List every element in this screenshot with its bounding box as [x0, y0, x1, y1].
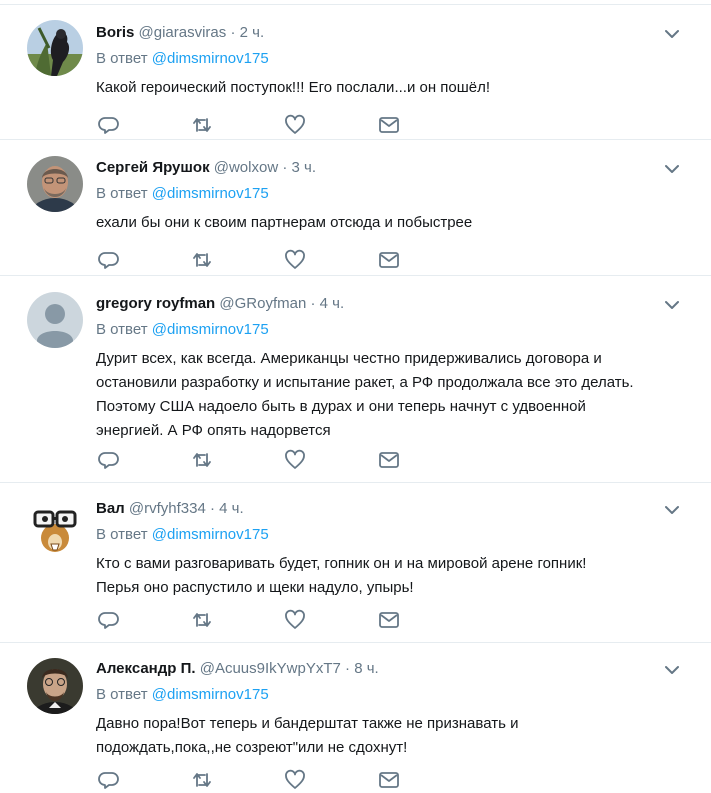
mention-link[interactable]: @dimsmirnov175 [152, 50, 269, 67]
mention-link[interactable]: @dimsmirnov175 [152, 526, 269, 543]
reply-header: Сергей Ярушок @wolxow · 3 ч. [96, 158, 681, 178]
author-name[interactable]: gregory royfman [96, 295, 215, 312]
reply-prefix: В ответ [96, 526, 148, 543]
author-name[interactable]: Александр П. [96, 660, 196, 677]
retweet-icon[interactable] [191, 114, 213, 136]
reply-text: Какой героический поступок!!! Его послал… [96, 79, 491, 96]
action-bar [98, 114, 408, 136]
separator-dot: · [230, 24, 236, 41]
retweet-icon[interactable] [191, 609, 213, 631]
reply-item[interactable]: gregory royfman @GRoyfman · 4 ч. В ответ… [0, 276, 711, 483]
reply-text: Кто с вами разговаривать будет, гопник о… [96, 555, 587, 596]
timestamp[interactable]: 4 ч. [219, 500, 244, 517]
author-name[interactable]: Вал [96, 500, 125, 517]
separator-dot: · [345, 660, 351, 677]
reply-item[interactable]: Александр П. @Acuus9IkYwpYxT7 · 8 ч. В о… [0, 643, 711, 793]
envelope-icon[interactable] [378, 249, 400, 271]
author-name[interactable]: Сергей Ярушок [96, 159, 210, 176]
author-name[interactable]: Boris [96, 24, 134, 41]
avatar[interactable] [27, 658, 83, 714]
author-handle[interactable]: @Acuus9IkYwpYxT7 [200, 660, 341, 677]
envelope-icon[interactable] [378, 609, 400, 631]
reply-text: Давно пора!Вот теперь и бандерштат также… [96, 715, 519, 756]
separator-dot: · [282, 159, 288, 176]
chevron-down-icon[interactable] [665, 300, 679, 310]
reply-prefix: В ответ [96, 185, 148, 202]
avatar[interactable] [27, 292, 83, 348]
heart-icon[interactable] [284, 114, 306, 136]
retweet-icon[interactable] [191, 769, 213, 791]
chevron-down-icon[interactable] [665, 29, 679, 39]
reply-header: Александр П. @Acuus9IkYwpYxT7 · 8 ч. [96, 659, 681, 679]
avatar[interactable] [27, 156, 83, 212]
reply-header: gregory royfman @GRoyfman · 4 ч. [96, 294, 681, 314]
timestamp[interactable]: 3 ч. [292, 159, 317, 176]
action-bar [98, 769, 408, 791]
reply-icon[interactable] [98, 769, 120, 791]
author-handle[interactable]: @wolxow [214, 159, 278, 176]
reply-prefix: В ответ [96, 321, 148, 338]
retweet-icon[interactable] [191, 249, 213, 271]
author-handle[interactable]: @giarasviras [139, 24, 227, 41]
author-handle[interactable]: @rvfyhf334 [129, 500, 206, 517]
heart-icon[interactable] [284, 769, 306, 791]
reply-item[interactable]: Boris @giarasviras · 2 ч. В ответ @dimsm… [0, 5, 711, 140]
reply-item[interactable]: Сергей Ярушок @wolxow · 3 ч. В ответ @di… [0, 140, 711, 276]
reply-context: В ответ @dimsmirnov175 [96, 525, 681, 545]
reply-context: В ответ @dimsmirnov175 [96, 49, 681, 69]
chevron-down-icon[interactable] [665, 505, 679, 515]
avatar[interactable] [27, 498, 83, 554]
heart-icon[interactable] [284, 249, 306, 271]
reply-icon[interactable] [98, 449, 120, 471]
action-bar [98, 249, 408, 271]
envelope-icon[interactable] [378, 114, 400, 136]
reply-icon[interactable] [98, 609, 120, 631]
mention-link[interactable]: @dimsmirnov175 [152, 686, 269, 703]
reply-item[interactable]: Вал @rvfyhf334 · 4 ч. В ответ @dimsmirno… [0, 483, 711, 643]
timestamp[interactable]: 4 ч. [320, 295, 345, 312]
chevron-down-icon[interactable] [665, 164, 679, 174]
reply-context: В ответ @dimsmirnov175 [96, 320, 681, 340]
reply-context: В ответ @dimsmirnov175 [96, 685, 681, 705]
reply-prefix: В ответ [96, 50, 148, 67]
reply-text: ехали бы они к своим партнерам отсюда и … [96, 214, 473, 231]
separator-dot: · [210, 500, 215, 517]
action-bar [98, 449, 408, 471]
avatar[interactable] [27, 20, 83, 76]
heart-icon[interactable] [284, 449, 306, 471]
mention-link[interactable]: @dimsmirnov175 [152, 321, 269, 338]
reply-header: Boris @giarasviras · 2 ч. [96, 23, 681, 43]
chevron-down-icon[interactable] [665, 665, 679, 675]
action-bar [98, 609, 408, 631]
author-handle[interactable]: @GRoyfman [219, 295, 306, 312]
reply-header: Вал @rvfyhf334 · 4 ч. [96, 499, 681, 519]
mention-link[interactable]: @dimsmirnov175 [152, 185, 269, 202]
reply-icon[interactable] [98, 249, 120, 271]
reply-text: Дурит всех, как всегда. Американцы честн… [96, 350, 634, 439]
retweet-icon[interactable] [191, 449, 213, 471]
envelope-icon[interactable] [378, 449, 400, 471]
reply-context: В ответ @dimsmirnov175 [96, 184, 681, 204]
reply-prefix: В ответ [96, 686, 148, 703]
timestamp[interactable]: 2 ч. [240, 24, 265, 41]
timestamp[interactable]: 8 ч. [354, 660, 379, 677]
reply-icon[interactable] [98, 114, 120, 136]
separator-dot: · [310, 295, 316, 312]
envelope-icon[interactable] [378, 769, 400, 791]
heart-icon[interactable] [284, 609, 306, 631]
